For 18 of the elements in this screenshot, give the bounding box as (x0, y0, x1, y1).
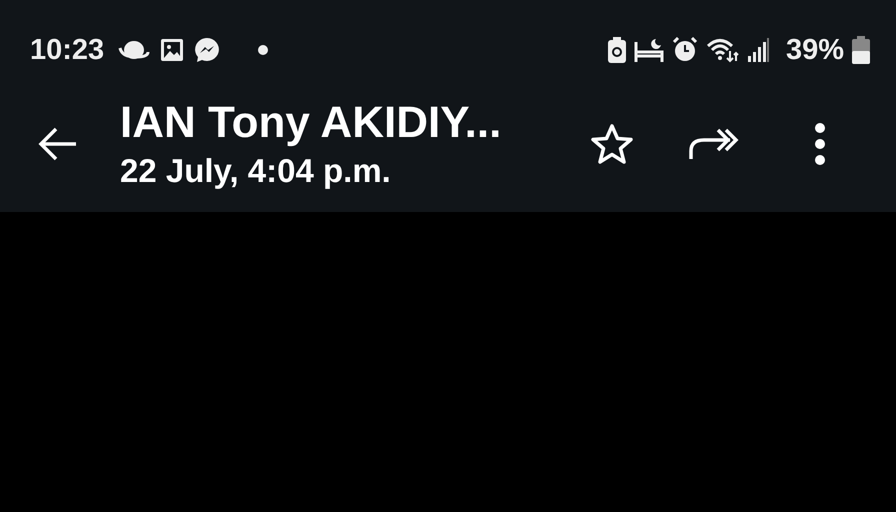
star-button[interactable] (590, 123, 634, 165)
bed-icon (634, 38, 664, 62)
wifi-icon (706, 37, 740, 63)
back-button[interactable] (38, 126, 78, 162)
battery-icon (852, 36, 870, 64)
forward-all-button[interactable] (688, 127, 740, 161)
signal-icon (748, 38, 770, 62)
message-date: 22 July, 4:04 p.m. (120, 151, 392, 191)
battery-percent: 39% (786, 34, 844, 66)
alarm-icon (672, 37, 698, 63)
image-icon (160, 38, 184, 62)
more-options-button[interactable] (814, 123, 826, 165)
notification-dot-icon (258, 45, 268, 55)
sender-name: IAN Tony AKIDIY... (120, 97, 502, 149)
messenger-icon (194, 37, 220, 63)
battery-saver-icon (608, 37, 626, 63)
status-time: 10:23 (30, 34, 104, 66)
planet-icon (118, 39, 150, 61)
